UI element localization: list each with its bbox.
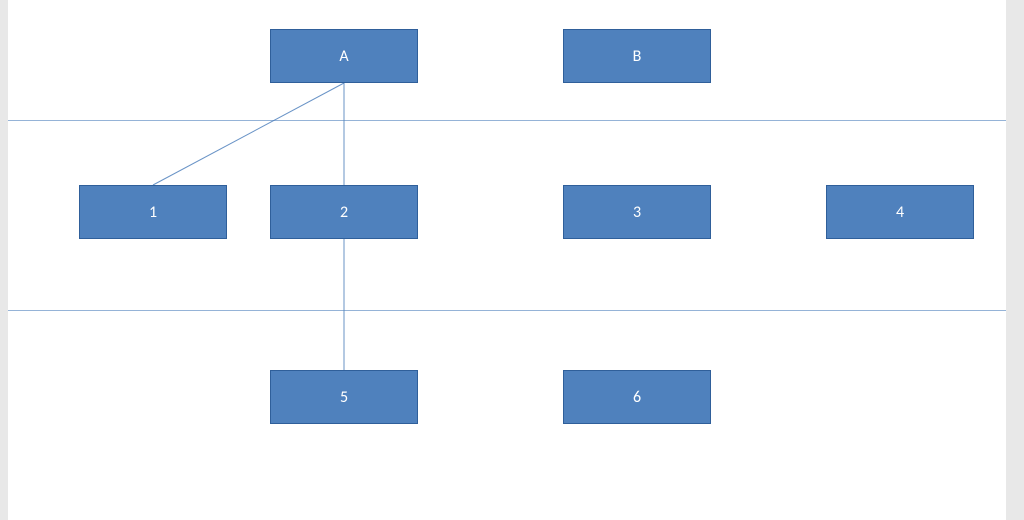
node-2-label: 2 [340,203,348,222]
node-4[interactable]: 4 [826,185,974,239]
row-divider-1 [8,120,1006,121]
connector-a-to-1 [153,83,344,185]
node-a[interactable]: A [270,29,418,83]
node-a-label: A [339,47,348,66]
node-5-label: 5 [340,388,348,407]
row-divider-2 [8,310,1006,311]
node-2[interactable]: 2 [270,185,418,239]
node-5[interactable]: 5 [270,370,418,424]
node-3-label: 3 [633,203,641,222]
node-6[interactable]: 6 [563,370,711,424]
node-1[interactable]: 1 [79,185,227,239]
node-b-label: B [633,47,642,66]
node-3[interactable]: 3 [563,185,711,239]
node-4-label: 4 [896,203,904,222]
document-page: A B 1 2 3 4 5 6 [8,0,1006,520]
node-6-label: 6 [633,388,641,407]
connectors-layer [8,0,1006,520]
node-b[interactable]: B [563,29,711,83]
node-1-label: 1 [149,203,157,222]
